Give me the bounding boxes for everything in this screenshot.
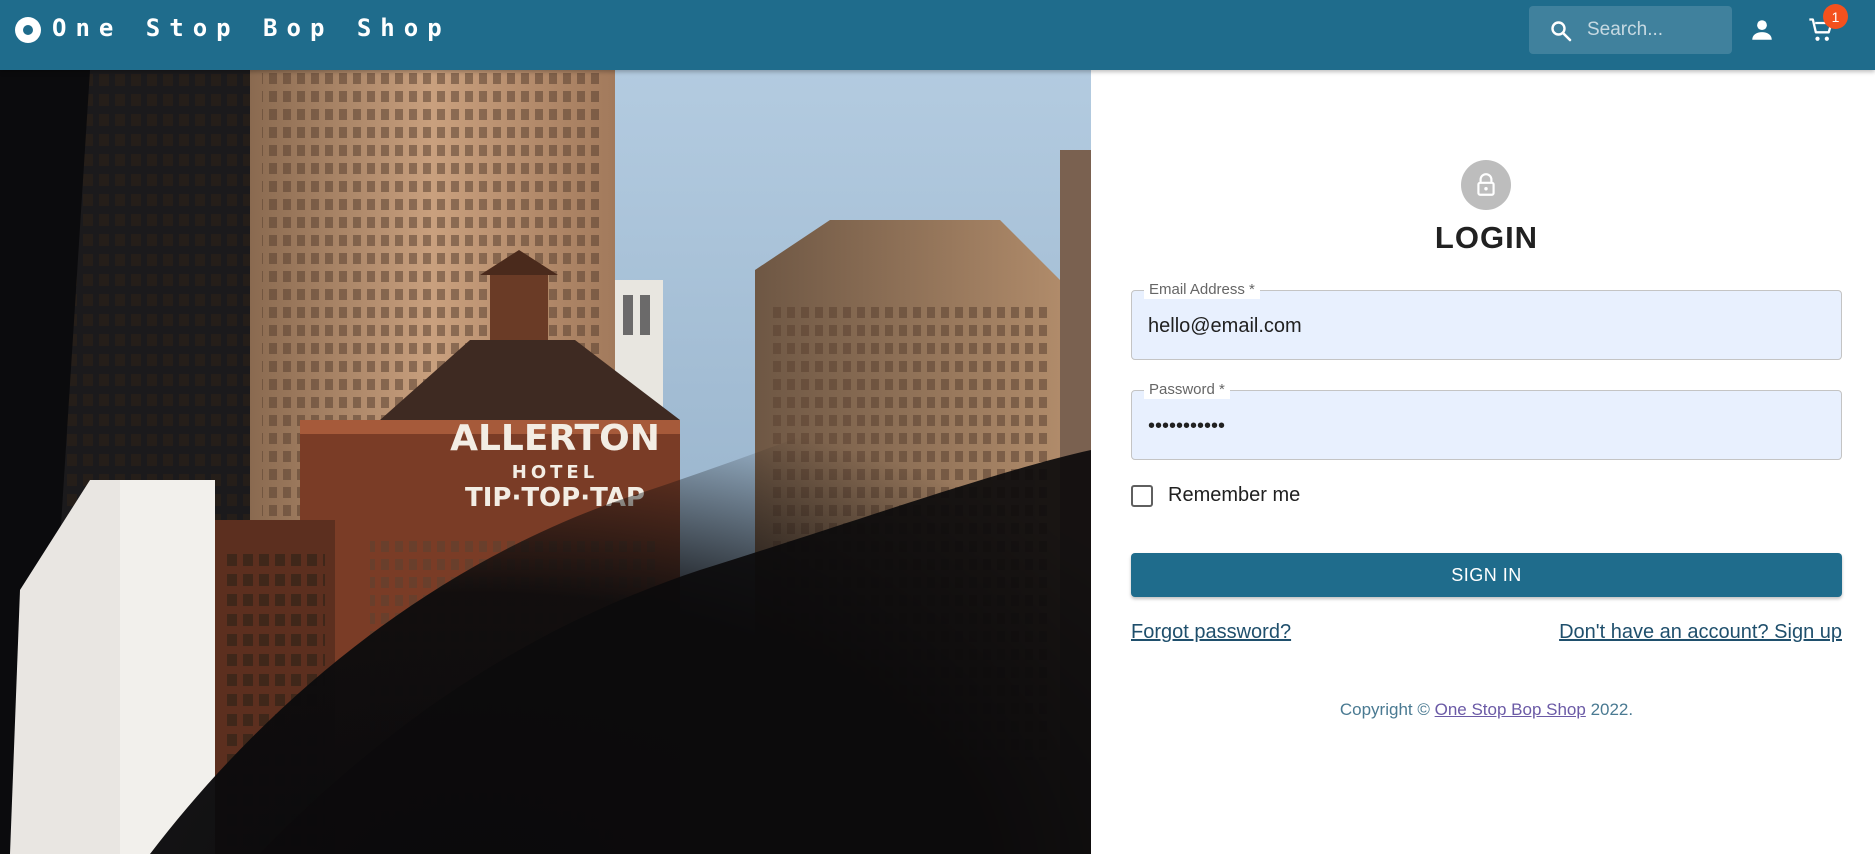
hero-photo: ALLERTON HOTEL TIP·TOP·TAP bbox=[0, 70, 1091, 854]
email-label: Email Address * bbox=[1144, 281, 1260, 299]
city-buildings-illustration: ALLERTON HOTEL TIP·TOP·TAP bbox=[0, 70, 1091, 854]
password-field[interactable]: Password * bbox=[1131, 381, 1842, 460]
search-box[interactable] bbox=[1529, 6, 1732, 54]
remember-me[interactable]: Remember me bbox=[1131, 484, 1300, 507]
remember-me-label[interactable]: Remember me bbox=[1168, 484, 1300, 507]
sign-allerton: ALLERTON bbox=[450, 418, 660, 459]
sign-up-link[interactable]: Don't have an account? Sign up bbox=[1559, 621, 1842, 644]
copyright-link[interactable]: One Stop Bop Shop bbox=[1435, 700, 1586, 719]
email-field[interactable]: Email Address * bbox=[1131, 281, 1842, 360]
lock-icon bbox=[1477, 173, 1495, 196]
person-icon bbox=[1752, 20, 1772, 40]
sign-in-button[interactable]: SIGN IN bbox=[1131, 553, 1842, 597]
password-input[interactable] bbox=[1148, 411, 1828, 441]
password-label: Password * bbox=[1144, 381, 1230, 399]
account-button[interactable] bbox=[1742, 10, 1782, 50]
search-icon bbox=[1551, 21, 1572, 42]
copyright: Copyright © One Stop Bop Shop 2022. bbox=[1339, 700, 1634, 719]
search-input[interactable] bbox=[1587, 16, 1727, 44]
lock-avatar bbox=[1461, 160, 1511, 210]
cart-count-badge: 1 bbox=[1823, 4, 1848, 29]
remember-me-checkbox[interactable] bbox=[1131, 484, 1153, 507]
app-bar: One Stop Bop Shop 1 bbox=[0, 0, 1875, 70]
vinyl-record-icon[interactable] bbox=[15, 17, 41, 43]
email-input[interactable] bbox=[1148, 311, 1828, 341]
forgot-password-link[interactable]: Forgot password? bbox=[1131, 621, 1291, 644]
login-title: LOGIN bbox=[1434, 220, 1539, 255]
brand-title[interactable]: One Stop Bop Shop bbox=[52, 14, 451, 42]
sign-hotel: HOTEL bbox=[512, 462, 598, 483]
